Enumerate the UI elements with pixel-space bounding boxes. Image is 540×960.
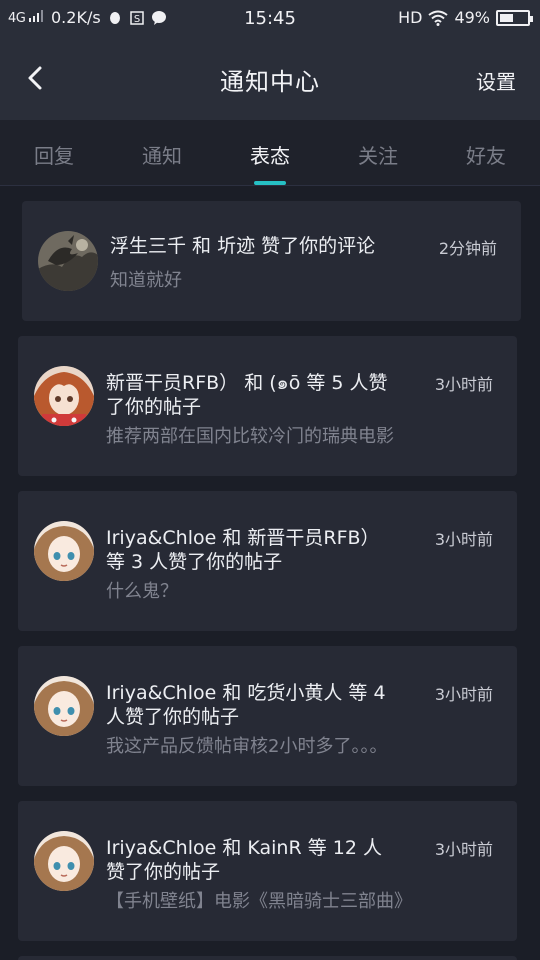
notification-line-1: Iriya&Chloe 和 吃货小黄人 等 4 xyxy=(106,682,386,704)
timestamp: 3小时前 xyxy=(434,840,493,859)
anime-girl-brown-avatar[interactable] xyxy=(34,676,94,736)
settings-button[interactable]: 设置 xyxy=(476,66,516,95)
post-excerpt: 什么鬼？ xyxy=(106,581,178,602)
battery-icon xyxy=(496,9,533,26)
active-tab-indicator xyxy=(254,181,286,185)
timestamp: 2分钟前 xyxy=(438,239,497,258)
notification-card[interactable]: 浮生三千 和 圻迹 赞了你的评论 知道就好 2分钟前 xyxy=(22,201,521,321)
notification-card[interactable]: 新晋干员RFB） 和 (๑ō 等 5 人赞 了你的帖子 推荐两部在国内比较冷门的… xyxy=(18,336,517,476)
status-right: HD 49% xyxy=(398,8,533,27)
tab-reactions[interactable]: 表态 xyxy=(220,140,320,169)
notification-text: 浮生三千 和 圻迹 赞了你的评论 xyxy=(110,234,375,258)
anime-girl-red-avatar[interactable] xyxy=(34,366,94,426)
timestamp: 3小时前 xyxy=(434,530,493,549)
timestamp: 3小时前 xyxy=(434,375,493,394)
notification-text: 新晋干员RFB） 和 (๑ō 等 5 人赞 了你的帖子 xyxy=(106,371,388,419)
notification-line-1: Iriya&Chloe 和 新晋干员RFB） xyxy=(106,527,380,549)
status-bar: 4G 0.2K/s S 15:45 HD 49% xyxy=(0,0,540,38)
tab-notices[interactable]: 通知 xyxy=(112,140,212,169)
tab-friends[interactable]: 好友 xyxy=(436,140,536,169)
battery-fill xyxy=(500,13,513,22)
app-header: 通知中心 设置 xyxy=(0,38,540,120)
timestamp: 3小时前 xyxy=(434,685,493,704)
anime-girl-brown-avatar[interactable] xyxy=(34,831,94,891)
post-excerpt: 推荐两部在国内比较冷门的瑞典电影 xyxy=(106,426,394,447)
dragon-avatar[interactable] xyxy=(38,231,98,291)
notification-card[interactable]: Iriya&Chloe 和 新晋干员RFB） 等 3 人赞了你的帖子 什么鬼？ … xyxy=(18,491,517,631)
wifi-icon xyxy=(428,10,449,26)
notification-line-2: 了你的帖子 xyxy=(106,396,202,418)
page-title: 通知中心 xyxy=(220,68,320,96)
notification-card[interactable]: Iriya&Chloe 和 KainR 等 12 人 赞了你的帖子 【手机壁纸】… xyxy=(18,801,517,941)
anime-girl-brown-avatar[interactable] xyxy=(34,521,94,581)
notification-card-partial[interactable] xyxy=(18,956,517,960)
notification-line-1: 新晋干员RFB） 和 (๑ō 等 5 人赞 xyxy=(106,372,388,394)
tab-replies[interactable]: 回复 xyxy=(4,140,104,169)
notification-line-2: 赞了你的帖子 xyxy=(106,861,221,883)
notification-text: Iriya&Chloe 和 新晋干员RFB） 等 3 人赞了你的帖子 xyxy=(106,526,380,574)
hd-label: HD xyxy=(398,8,423,27)
post-excerpt: 知道就好 xyxy=(110,270,182,291)
notification-line-2: 人赞了你的帖子 xyxy=(106,706,240,728)
tab-follows[interactable]: 关注 xyxy=(328,140,428,169)
tab-bar: 回复 通知 表态 关注 好友 xyxy=(0,120,540,186)
notification-line-1: 浮生三千 和 圻迹 赞了你的评论 xyxy=(110,235,376,257)
notification-card[interactable]: Iriya&Chloe 和 吃货小黄人 等 4 人赞了你的帖子 我这产品反馈帖审… xyxy=(18,646,517,786)
post-excerpt: 我这产品反馈帖审核2小时多了。。。 xyxy=(106,736,388,757)
post-excerpt: 【手机壁纸】电影《黑暗骑士三部曲》 xyxy=(106,891,412,912)
notification-text: Iriya&Chloe 和 吃货小黄人 等 4 人赞了你的帖子 xyxy=(106,681,386,729)
notification-line-1: Iriya&Chloe 和 KainR 等 12 人 xyxy=(106,837,382,859)
battery-percent: 49% xyxy=(454,8,490,27)
notification-text: Iriya&Chloe 和 KainR 等 12 人 赞了你的帖子 xyxy=(106,836,382,884)
notification-line-2: 等 3 人赞了你的帖子 xyxy=(106,551,283,573)
